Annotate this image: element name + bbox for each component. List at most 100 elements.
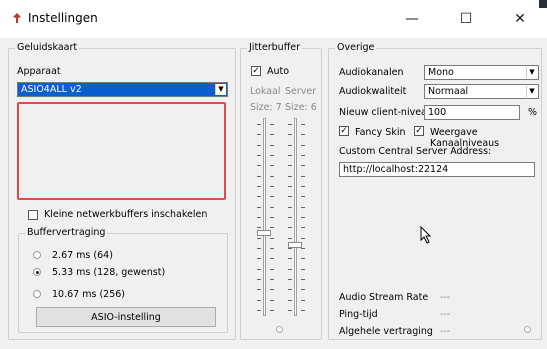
server-slider-thumb[interactable] [288,242,302,248]
slider-tick [301,227,305,228]
auto-jitter-checkbox[interactable]: ✓ [251,66,261,76]
fancy-skin-checkbox[interactable]: ✓ [339,126,349,136]
slider-tick [288,165,292,166]
slider-tick [288,227,292,228]
chevron-down-icon: ▼ [526,86,537,97]
device-select-value: ASIO4ALL v2 [21,84,82,95]
slider-tick [270,196,274,197]
slider-tick [288,176,292,177]
slider-tick [270,186,274,187]
server-label: Server [285,86,317,97]
device-select[interactable]: ASIO4ALL v2 ▼ [17,82,228,97]
slider-tick [257,269,261,270]
slider-tick [257,248,261,249]
close-button[interactable]: ✕ [500,6,540,32]
local-slider-thumb[interactable] [257,230,271,236]
slider-tick [288,300,292,301]
slider-tick [301,269,305,270]
background-corner [539,0,547,8]
slider-tick [288,217,292,218]
local-size-label: Size: 7 [250,102,282,113]
slider-tick [257,227,261,228]
slider-tick [257,279,261,280]
audio-stream-rate-value: --- [440,292,451,303]
slider-tick [257,186,261,187]
slider-tick [288,238,292,239]
slider-tick [270,269,274,270]
slider-tick [257,165,261,166]
chevron-down-icon: ▼ [215,84,226,95]
buffer-option-label: 2.67 ms (64) [52,250,113,261]
slider-tick [270,279,274,280]
slider-tick [270,145,274,146]
mouse-cursor-icon [420,225,434,244]
new-client-level-input[interactable]: 100 [424,105,520,120]
slider-tick [301,217,305,218]
small-buffers-label: Kleine netwerkbuffers inschakelen [44,209,208,220]
slider-tick [257,258,261,259]
slider-tick [301,258,305,259]
new-client-level-label: Nieuw client-niveau [339,107,433,118]
overall-delay-label: Algehele vertraging [339,326,433,337]
slider-tick [288,155,292,156]
slider-tick [257,289,261,290]
slider-tick [288,310,292,311]
ping-value: --- [440,309,451,320]
jitterbuffer-legend: Jitterbuffer [247,42,302,53]
slider-tick [257,310,261,311]
slider-tick [270,310,274,311]
audio-quality-select[interactable]: Normaal ▼ [424,84,539,99]
fancy-skin-label: Fancy Skin [355,127,406,138]
slider-tick [257,217,261,218]
audio-quality-value: Normaal [428,86,469,97]
slider-tick [257,134,261,135]
slider-tick [270,289,274,290]
audio-channels-select[interactable]: Mono ▼ [424,65,539,80]
slider-tick [270,300,274,301]
local-jitter-slider[interactable] [263,118,266,316]
percent-unit: % [528,107,538,118]
slider-tick [288,207,292,208]
audio-quality-label: Audiokwaliteit [339,86,407,97]
slider-tick [270,124,274,125]
slider-tick [301,165,305,166]
slider-tick [301,310,305,311]
server-jitter-slider[interactable] [294,118,297,316]
slider-tick [288,134,292,135]
slider-tick [301,196,305,197]
minimize-button[interactable]: — [392,6,432,32]
slider-tick [288,269,292,270]
slider-tick [270,165,274,166]
slider-tick [301,207,305,208]
buffer-radio-256[interactable] [33,290,41,298]
slider-tick [257,124,261,125]
slider-tick [270,238,274,239]
ping-label: Ping-tijd [339,309,378,320]
slider-tick [288,124,292,125]
buffer-radio-64[interactable] [33,251,41,259]
audio-channels-value: Mono [428,67,454,78]
slider-tick [288,186,292,187]
central-server-input[interactable]: http://localhost:22124 [339,162,535,177]
buffer-radio-128[interactable] [33,268,41,276]
slider-tick [257,300,261,301]
slider-tick [288,289,292,290]
slider-tick [288,279,292,280]
slider-tick [257,145,261,146]
auto-jitter-label: Auto [267,66,290,77]
jitter-status-led [276,326,283,333]
buffer-delay-legend: Buffervertraging [25,227,108,238]
app-icon [12,13,22,23]
buffer-option-label: 10.67 ms (256) [52,289,125,300]
asio-settings-button[interactable]: ASIO-instelling [36,307,216,327]
chevron-down-icon: ▼ [526,67,537,78]
device-label: Apparaat [17,66,61,77]
channel-levels-checkbox[interactable]: ✓ [414,126,424,136]
slider-tick [288,248,292,249]
local-label: Lokaal [250,86,281,97]
slider-tick [301,279,305,280]
server-size-label: Size: 6 [285,102,317,113]
small-buffers-checkbox[interactable] [28,210,38,220]
maximize-button[interactable]: ☐ [446,6,486,32]
audio-channels-label: Audiokanalen [339,67,404,78]
